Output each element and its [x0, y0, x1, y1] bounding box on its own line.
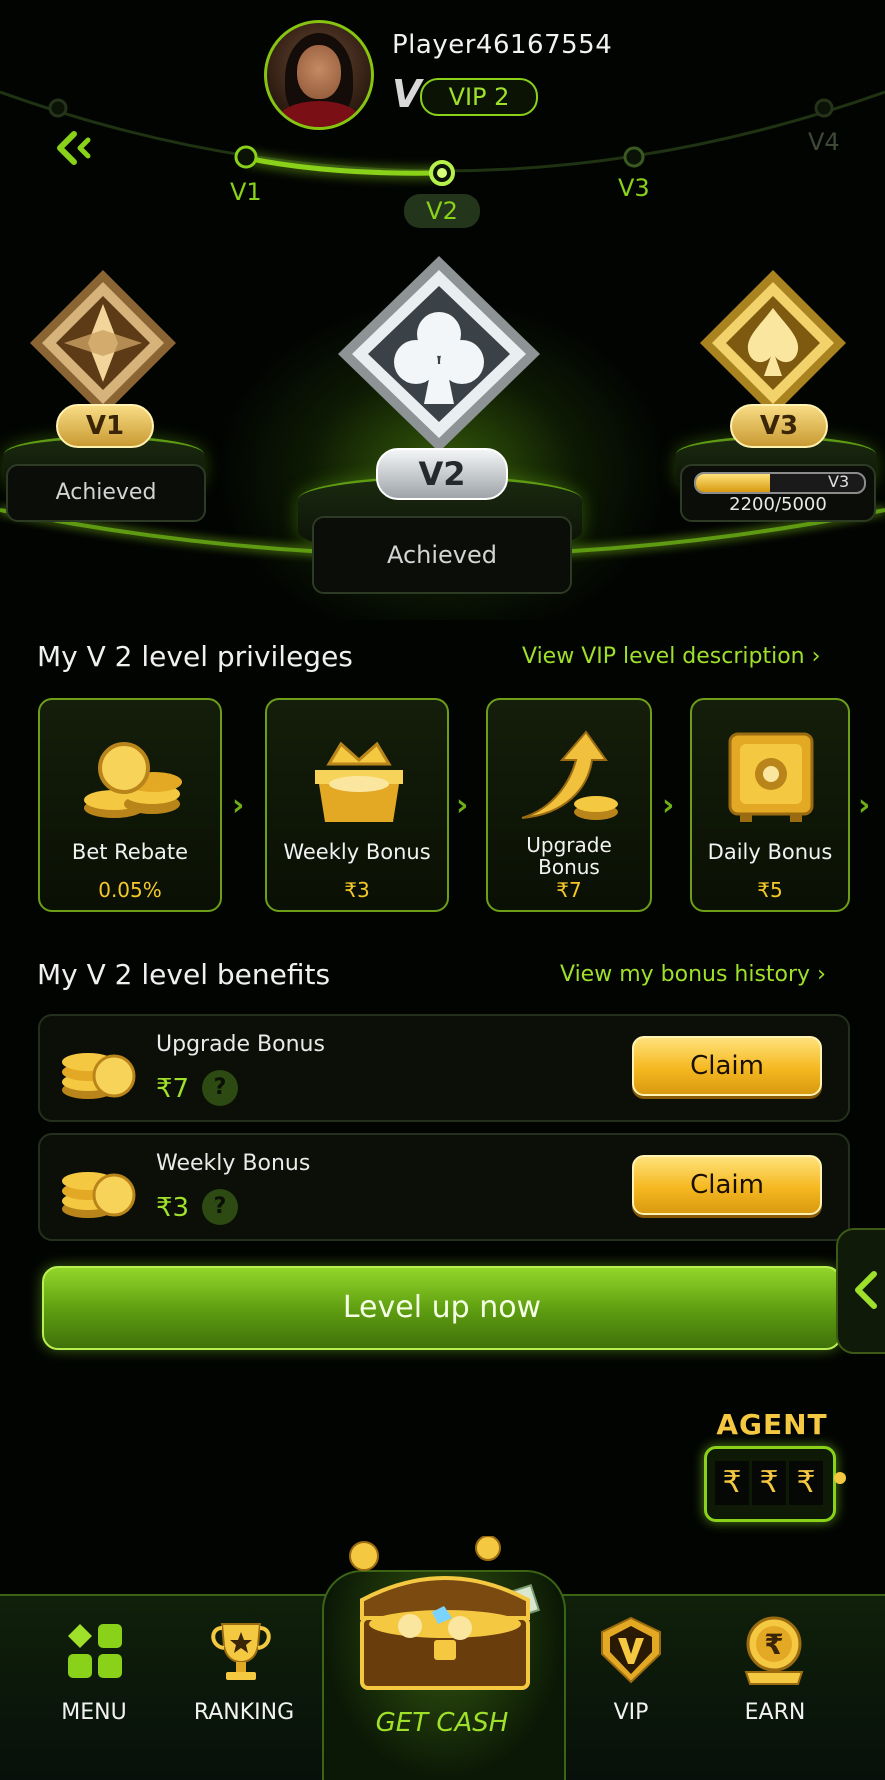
slot-lever-icon — [834, 1472, 846, 1484]
svg-text:₹: ₹ — [764, 1628, 783, 1661]
nav-get-cash[interactable]: GET CASH — [322, 1708, 562, 1738]
privilege-name: Weekly Bonus — [283, 840, 431, 864]
trophy-icon[interactable] — [206, 1618, 276, 1682]
v3-progress-box: V3 2200/5000 — [680, 464, 876, 522]
v3-plate: V3 — [730, 404, 828, 448]
slot-machine-icon: ₹ ₹ ₹ — [704, 1446, 836, 1522]
level-up-button[interactable]: Level up now — [42, 1266, 842, 1350]
v3-progress-text: 2200/5000 — [729, 494, 827, 515]
privilege-card-bet-rebate[interactable]: Bet Rebate 0.05% — [38, 698, 222, 912]
nav-earn[interactable]: EARN — [715, 1700, 835, 1725]
v1-plate: V1 — [56, 404, 154, 448]
benefits-title: My Ⅴ 2 level benefits — [37, 958, 331, 991]
v2-status: Achieved — [312, 516, 572, 594]
level-label-v3[interactable]: V3 — [618, 174, 650, 202]
privilege-name: Bet Rebate — [71, 840, 189, 864]
privilege-value: 0.05% — [98, 878, 162, 902]
help-icon[interactable]: ? — [202, 1189, 238, 1225]
help-icon[interactable]: ? — [202, 1070, 238, 1106]
chevron-right-icon: › — [662, 788, 675, 823]
v2-club-badge-icon — [338, 256, 540, 452]
level-label-v1[interactable]: V1 — [230, 178, 262, 206]
privilege-value: ₹3 — [344, 878, 370, 902]
level-label-v2[interactable]: V2 — [404, 194, 480, 228]
benefit-row-weekly-bonus: Weekly Bonus ₹3 ? Claim — [38, 1133, 850, 1241]
privileges-title: My Ⅴ 2 level privileges — [37, 640, 353, 673]
side-drawer-tab[interactable] — [836, 1228, 885, 1354]
privilege-name-line1: Upgrade — [526, 833, 612, 857]
agent-widget[interactable]: AGENT ₹ ₹ ₹ — [690, 1408, 850, 1528]
vip-description-link[interactable]: View VIP level description › — [522, 644, 820, 669]
agent-reel: ₹ — [715, 1461, 749, 1505]
vip-shield-icon[interactable] — [596, 1616, 666, 1686]
benefit-name: Weekly Bonus — [156, 1151, 311, 1176]
privilege-card-upgrade-bonus[interactable]: Upgrade Bonus ₹7 — [486, 698, 652, 912]
privilege-name: Daily Bonus — [707, 840, 833, 864]
bonus-history-link[interactable]: View my bonus history › — [560, 962, 826, 987]
privilege-value: ₹7 — [556, 878, 582, 902]
nav-menu[interactable]: MENU — [34, 1700, 154, 1725]
treasure-chest-icon[interactable] — [340, 1536, 550, 1696]
player-name: Player46167554 — [392, 30, 613, 60]
chevron-left-icon — [855, 1271, 877, 1309]
coins-icon — [62, 1053, 136, 1099]
v3-progress-tag: V3 — [828, 472, 850, 491]
agent-reel: ₹ — [752, 1461, 786, 1505]
v1-badge-icon — [30, 270, 176, 416]
crown-box-icon — [315, 741, 403, 822]
v2-plate: V2 — [376, 448, 508, 500]
chevron-right-icon: › — [858, 788, 871, 823]
benefit-name: Upgrade Bonus — [156, 1032, 325, 1057]
level-label-v4[interactable]: V4 — [808, 128, 840, 156]
agent-reel: ₹ — [789, 1461, 823, 1505]
benefit-value: ₹7 — [156, 1074, 190, 1104]
benefit-value: ₹3 — [156, 1193, 190, 1223]
v1-status: Achieved — [6, 464, 206, 522]
v3-spade-badge-icon — [700, 270, 846, 416]
upgrade-arrow-icon — [521, 730, 618, 820]
agent-label: AGENT — [716, 1408, 828, 1441]
chevron-right-icon: › — [456, 788, 469, 823]
privilege-card-weekly-bonus[interactable]: Weekly Bonus ₹3 — [265, 698, 449, 912]
privilege-name-line2: Bonus — [538, 855, 600, 879]
menu-grid-icon[interactable] — [66, 1622, 124, 1680]
claim-upgrade-bonus-button[interactable]: Claim — [632, 1036, 822, 1096]
privilege-card-daily-bonus[interactable]: Daily Bonus ₹5 — [690, 698, 850, 912]
benefit-row-upgrade-bonus: Upgrade Bonus ₹7 ? Claim — [38, 1014, 850, 1122]
privilege-value: ₹5 — [757, 878, 783, 902]
coins-icon — [84, 742, 182, 818]
coins-icon — [62, 1172, 136, 1218]
chevron-right-icon: › — [232, 788, 245, 823]
privilege-name: Upgrade Bonus — [488, 834, 650, 878]
nav-ranking[interactable]: RANKING — [184, 1700, 304, 1725]
earn-rupee-icon[interactable]: ₹ — [738, 1614, 810, 1686]
nav-vip[interactable]: VIP — [571, 1700, 691, 1725]
safe-icon — [728, 732, 814, 822]
claim-weekly-bonus-button[interactable]: Claim — [632, 1155, 822, 1215]
